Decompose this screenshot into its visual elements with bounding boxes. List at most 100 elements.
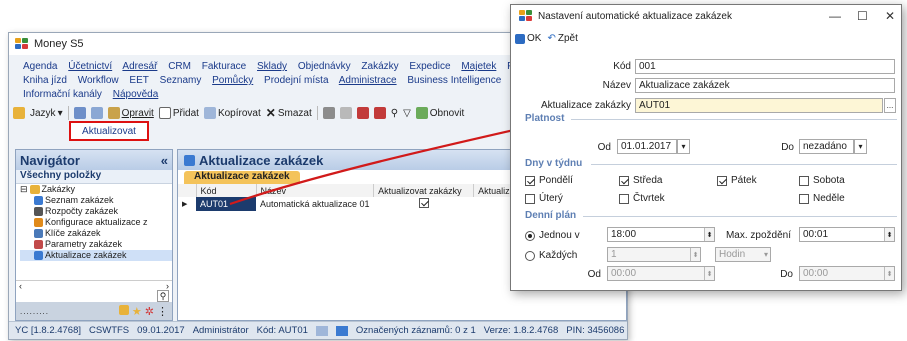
cell-nazev[interactable]: Automatická aktualizace 01 bbox=[256, 197, 374, 211]
checkbox-streda[interactable]: Středa bbox=[619, 175, 662, 186]
menu-majetek[interactable]: Majetek bbox=[461, 61, 496, 72]
tree-item-seznam-zakazek[interactable]: Seznam zakázek bbox=[20, 195, 172, 206]
column-header-kod[interactable]: Kód bbox=[196, 184, 257, 197]
tab-aktualizace-zakazek[interactable]: Aktualizace zakázek bbox=[184, 171, 300, 184]
aktualizace-zakazky-input[interactable]: AUT01 bbox=[635, 98, 883, 113]
checkbox-ctvrtek[interactable]: Čtvrtek bbox=[619, 193, 665, 204]
menu-business-intelligence[interactable]: Business Intelligence bbox=[407, 75, 501, 86]
gear-icon[interactable]: ✲ bbox=[145, 305, 154, 318]
radio-kazdych[interactable]: Každých bbox=[525, 250, 577, 261]
radio-jednou[interactable]: Jednou v bbox=[525, 230, 580, 241]
utery-check[interactable] bbox=[525, 193, 535, 204]
spinner-icon[interactable]: ⬍ bbox=[884, 267, 894, 280]
menu-zakazky[interactable]: Zakázky bbox=[361, 61, 398, 72]
nazev-input[interactable]: Aktualizace zakázek bbox=[635, 78, 895, 93]
menu-seznamy[interactable]: Seznamy bbox=[160, 75, 202, 86]
kazdych-unit-select[interactable]: Hodin ▾ bbox=[715, 247, 771, 262]
menu-napoveda[interactable]: Nápověda bbox=[113, 89, 159, 100]
column-header-aktualizovat[interactable]: Aktualizovat zakázky bbox=[373, 184, 475, 197]
cell-kod[interactable]: AUT01 bbox=[196, 197, 256, 211]
spinner-icon[interactable]: ⬍ bbox=[704, 228, 714, 241]
menu-eet[interactable]: EET bbox=[129, 75, 148, 86]
jednou-time-input[interactable]: 18:00 ⬍ bbox=[607, 227, 715, 242]
tree-item-aktualizace-zakazek[interactable]: Aktualizace zakázek bbox=[20, 250, 172, 261]
jednou-radio[interactable] bbox=[525, 230, 535, 241]
column-header-nazev[interactable]: Název bbox=[256, 184, 375, 197]
ok-button[interactable]: OK bbox=[515, 33, 541, 44]
tree-item-parametry-zakazek[interactable]: Parametry zakázek bbox=[20, 239, 172, 250]
plan-od-input[interactable]: 00:00 ⬍ bbox=[607, 266, 715, 281]
menu-informacni-kanaly[interactable]: Informační kanály bbox=[23, 89, 102, 100]
preview-icon[interactable] bbox=[339, 107, 352, 119]
patek-check[interactable] bbox=[717, 175, 727, 186]
spinner-icon[interactable]: ⬍ bbox=[690, 248, 700, 261]
kod-input[interactable]: 001 bbox=[635, 59, 895, 74]
max-zpozdeni-input[interactable]: 00:01 ⬍ bbox=[799, 227, 895, 242]
back-button[interactable]: ↶ Zpět bbox=[547, 33, 577, 44]
smazat-button[interactable]: ✕ Smazat bbox=[266, 106, 312, 120]
platnost-do-input[interactable]: nezadáno bbox=[799, 139, 854, 154]
filter-icon[interactable]: ▽ bbox=[403, 108, 411, 119]
plan-do-input[interactable]: 00:00 ⬍ bbox=[799, 266, 895, 281]
chevron-down-icon[interactable]: ▾ bbox=[854, 139, 867, 154]
menu-workflow[interactable]: Workflow bbox=[78, 75, 119, 86]
aktualizovat-checkbox[interactable] bbox=[418, 198, 429, 208]
menu-ucetnictvi[interactable]: Účetnictví bbox=[68, 61, 112, 72]
spinner-icon[interactable]: ⬍ bbox=[884, 228, 894, 241]
menu-administrace[interactable]: Administrace bbox=[339, 75, 397, 86]
tree-item-konfigurace[interactable]: Konfigurace aktualizace z bbox=[20, 217, 172, 228]
menu-objednavky[interactable]: Objednávky bbox=[298, 61, 351, 72]
maximize-icon[interactable]: ☐ bbox=[857, 9, 868, 23]
tree-item-zakazky[interactable]: ⊟ Zakázky bbox=[20, 184, 172, 195]
menu-expedice[interactable]: Expedice bbox=[409, 61, 450, 72]
menu-agenda[interactable]: Agenda bbox=[23, 61, 57, 72]
checkbox-sobota[interactable]: Sobota bbox=[799, 175, 845, 186]
close-icon[interactable]: ✕ bbox=[885, 9, 895, 23]
pridat-button[interactable]: Přidat bbox=[158, 107, 199, 119]
tree-item-rozpocty-zakazek[interactable]: Rozpočty zakázek bbox=[20, 206, 172, 217]
panel-icon[interactable] bbox=[13, 107, 25, 119]
scroll-left-icon[interactable]: ‹ bbox=[19, 281, 22, 292]
more-icon[interactable]: ⋮ bbox=[157, 305, 168, 318]
menu-prodejni-mista[interactable]: Prodejní místa bbox=[264, 75, 328, 86]
jazyk-dropdown[interactable]: Jazyk ▾ bbox=[30, 108, 63, 119]
menu-crm[interactable]: CRM bbox=[168, 61, 191, 72]
navigator-search-icon[interactable]: ⚲ bbox=[157, 290, 169, 302]
sobota-check[interactable] bbox=[799, 175, 809, 186]
print-icon[interactable] bbox=[322, 107, 335, 119]
aktualizovat-button[interactable]: Aktualizovat bbox=[69, 121, 149, 141]
obnovit-button[interactable]: Obnovit bbox=[415, 107, 464, 119]
kopirovat-button[interactable]: Kopírovat bbox=[203, 107, 261, 119]
tree-collapse-icon[interactable]: ⊟ bbox=[20, 184, 28, 195]
checkbox-utery[interactable]: Úterý bbox=[525, 193, 563, 204]
spinner-icon[interactable]: ⬍ bbox=[704, 267, 714, 280]
menu-kniha-jizd[interactable]: Kniha jízd bbox=[23, 75, 67, 86]
navigator-hscrollbar[interactable]: ‹ › bbox=[16, 280, 172, 292]
chevron-down-icon[interactable]: ▾ bbox=[677, 139, 690, 154]
pdf-icon[interactable] bbox=[356, 107, 369, 119]
checkbox-pondeli[interactable]: Pondělí bbox=[525, 175, 573, 186]
table-icon[interactable] bbox=[90, 107, 103, 119]
minimize-icon[interactable]: — bbox=[829, 9, 841, 23]
checkbox-nedele[interactable]: Neděle bbox=[799, 193, 845, 204]
aktualizace-lookup-button[interactable]: ... bbox=[884, 98, 896, 113]
collapse-navigator-button[interactable]: « bbox=[161, 153, 168, 168]
menu-adresar[interactable]: Adresář bbox=[122, 61, 157, 72]
star-icon[interactable]: ★ bbox=[132, 305, 142, 318]
streda-check[interactable] bbox=[619, 175, 629, 186]
menu-sklady[interactable]: Sklady bbox=[257, 61, 287, 72]
rss-icon[interactable] bbox=[335, 325, 348, 336]
nedele-check[interactable] bbox=[799, 193, 809, 204]
pdf-export-icon[interactable] bbox=[373, 107, 386, 119]
tree-item-klice-zakazek[interactable]: Klíče zakázek bbox=[20, 228, 172, 239]
checkbox-patek[interactable]: Pátek bbox=[717, 175, 757, 186]
menu-pomucky[interactable]: Pomůcky bbox=[212, 75, 253, 86]
menu-fakturace[interactable]: Fakturace bbox=[202, 61, 246, 72]
platnost-od-input[interactable]: 01.01.2017 bbox=[617, 139, 677, 154]
kazdych-input[interactable]: 1 ⬍ bbox=[607, 247, 701, 262]
kazdych-radio[interactable] bbox=[525, 250, 535, 261]
folder-icon[interactable] bbox=[118, 304, 129, 315]
mail-icon[interactable] bbox=[315, 325, 328, 336]
ctvrtek-check[interactable] bbox=[619, 193, 629, 204]
grid-icon[interactable] bbox=[73, 107, 86, 119]
